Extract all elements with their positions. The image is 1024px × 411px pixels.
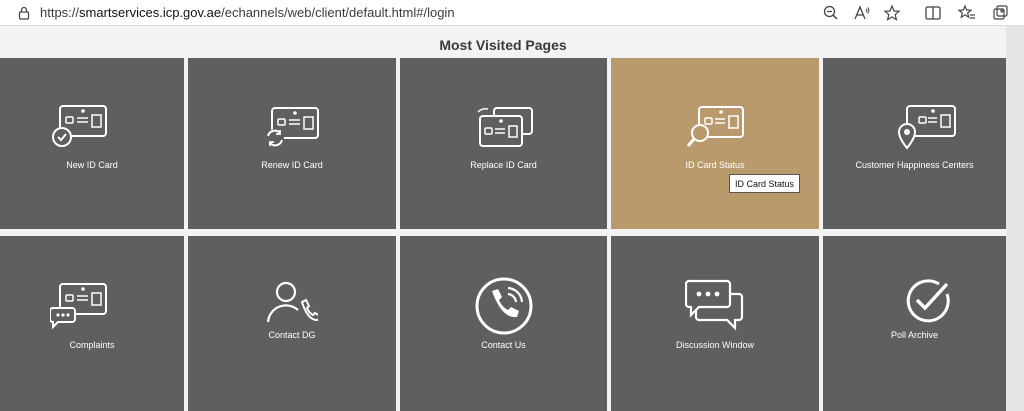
url-path: /echannels/web/client/default.html#/logi… [221,5,455,20]
url-prefix: https:// [40,5,80,20]
tile-label: Renew ID Card [261,160,323,170]
favorites-icon[interactable] [958,4,976,22]
tile-label: Contact Us [481,340,526,350]
tile-label: Replace ID Card [470,160,537,170]
lock-icon[interactable] [18,6,30,20]
tile-label: Discussion Window [675,340,755,350]
tile-label: Poll Archive [890,330,939,340]
scrollbar-track[interactable] [1006,26,1024,411]
url-field[interactable]: https://smartservices.icp.gov.ae/echanne… [40,5,455,20]
id-card-search-icon [686,106,744,147]
section-title: Most Visited Pages [439,37,567,53]
tooltip: ID Card Status [729,174,800,193]
id-card-check-icon [52,105,107,147]
tile-label: New ID Card [66,160,118,170]
tile-contact-dg[interactable]: Contact DG [188,236,396,411]
collections-icon[interactable] [992,4,1010,22]
person-phone-icon [266,281,318,323]
id-card-replace-icon [477,107,533,147]
browser-address-bar: https://smartservices.icp.gov.ae/echanne… [0,0,1024,26]
id-card-chat-icon [50,283,107,330]
url-host: smartservices.icp.gov.ae [79,5,222,20]
tile-label: ID Card Status [685,160,745,170]
tile-new-id-card[interactable]: New ID Card [0,58,184,229]
tile-label: Complaints [69,340,115,350]
phone-circle-icon [475,277,533,335]
chat-bubbles-icon [685,279,744,331]
tile-replace-id-card[interactable]: Replace ID Card [400,58,607,229]
read-aloud-icon[interactable] [853,4,871,22]
tile-label: Customer Happiness Centers [855,160,974,170]
check-circle-icon [906,279,950,323]
zoom-out-icon[interactable] [822,4,840,22]
tile-label: Contact DG [268,330,316,340]
favorite-star-icon[interactable] [883,4,901,22]
tile-poll-archive[interactable]: Poll Archive [823,236,1006,411]
tile-complaints[interactable]: Complaints [0,236,184,411]
tile-contact-us[interactable]: Contact Us [400,236,607,411]
tile-discussion-window[interactable]: Discussion Window [611,236,819,411]
split-screen-icon[interactable] [924,4,942,22]
location-pin-card-icon [897,105,956,150]
id-card-renew-icon [266,107,319,147]
tile-customer-happiness-centers[interactable]: Customer Happiness Centers [823,58,1006,229]
tile-renew-id-card[interactable]: Renew ID Card [188,58,396,229]
tile-id-card-status[interactable]: ID Card Status [611,58,819,229]
